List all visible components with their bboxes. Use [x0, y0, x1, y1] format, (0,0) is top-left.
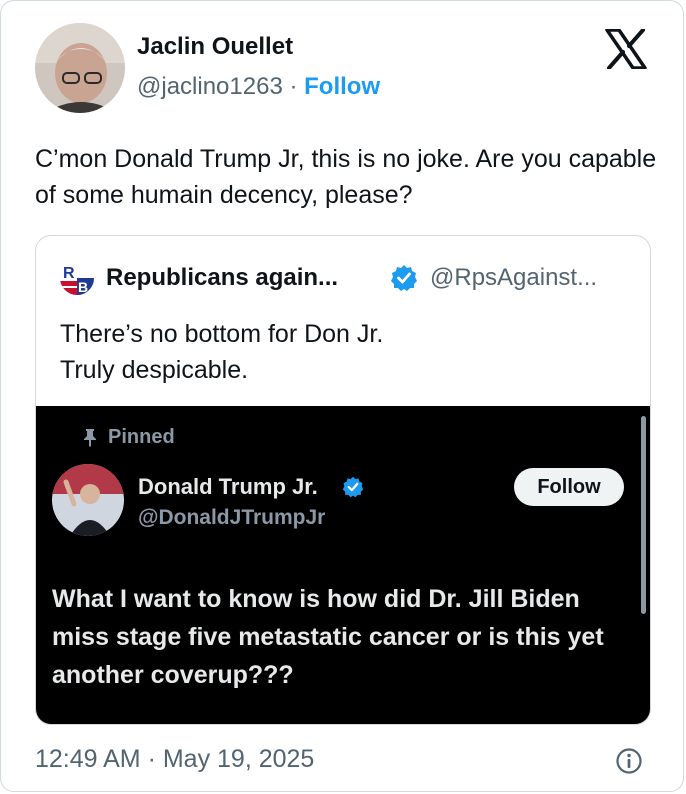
post-text: C’mon Donald Trump Jr, this is no joke. … [35, 145, 657, 209]
media-scrollbar [641, 416, 646, 614]
verified-badge-icon [390, 264, 418, 292]
media-avatar [52, 464, 124, 536]
author-handle[interactable]: @jaclino1263 [137, 73, 283, 100]
pin-icon [80, 427, 100, 447]
quoted-text: There’s no bottom for Don Jr. Truly desp… [60, 316, 383, 388]
follow-link[interactable]: Follow [304, 73, 380, 100]
media-post-text: What I want to know is how did Dr. Jill … [52, 585, 604, 689]
quoted-name[interactable]: Republicans again... [106, 264, 338, 292]
quoted-avatar[interactable]: R B [60, 261, 94, 295]
info-icon[interactable] [615, 747, 643, 775]
x-logo-icon[interactable] [605, 28, 647, 70]
author-avatar[interactable] [35, 23, 125, 113]
svg-text:R: R [63, 265, 75, 282]
author-name[interactable]: Jaclin Ouellet [137, 33, 293, 61]
quoted-media-screenshot[interactable]: Pinned Donald Trump Jr. @DonaldJTrumpJr [36, 406, 650, 724]
author-handle-row: @jaclino1263 · Follow [137, 73, 380, 101]
svg-text:B: B [78, 279, 88, 295]
pinned-text: Pinned [108, 426, 175, 448]
verified-badge-icon [342, 476, 364, 498]
post-timestamp[interactable]: 12:49 AM · May 19, 2025 [35, 745, 314, 774]
embedded-post-card: Jaclin Ouellet @jaclino1263 · Follow C’m… [0, 0, 684, 792]
quoted-handle[interactable]: @RpsAgainst... [430, 264, 597, 292]
separator-dot: · [289, 73, 298, 100]
media-author-name: Donald Trump Jr. [138, 474, 318, 499]
media-follow-button: Follow [514, 468, 624, 506]
quoted-post[interactable]: R B Republicans again... @RpsAgainst... … [35, 235, 651, 725]
quoted-text-line-2: Truly despicable. [60, 356, 249, 384]
media-author-handle: @DonaldJTrumpJr [138, 506, 326, 529]
pinned-label: Pinned [84, 426, 175, 449]
quoted-text-line-1: There’s no bottom for Don Jr. [60, 320, 384, 348]
